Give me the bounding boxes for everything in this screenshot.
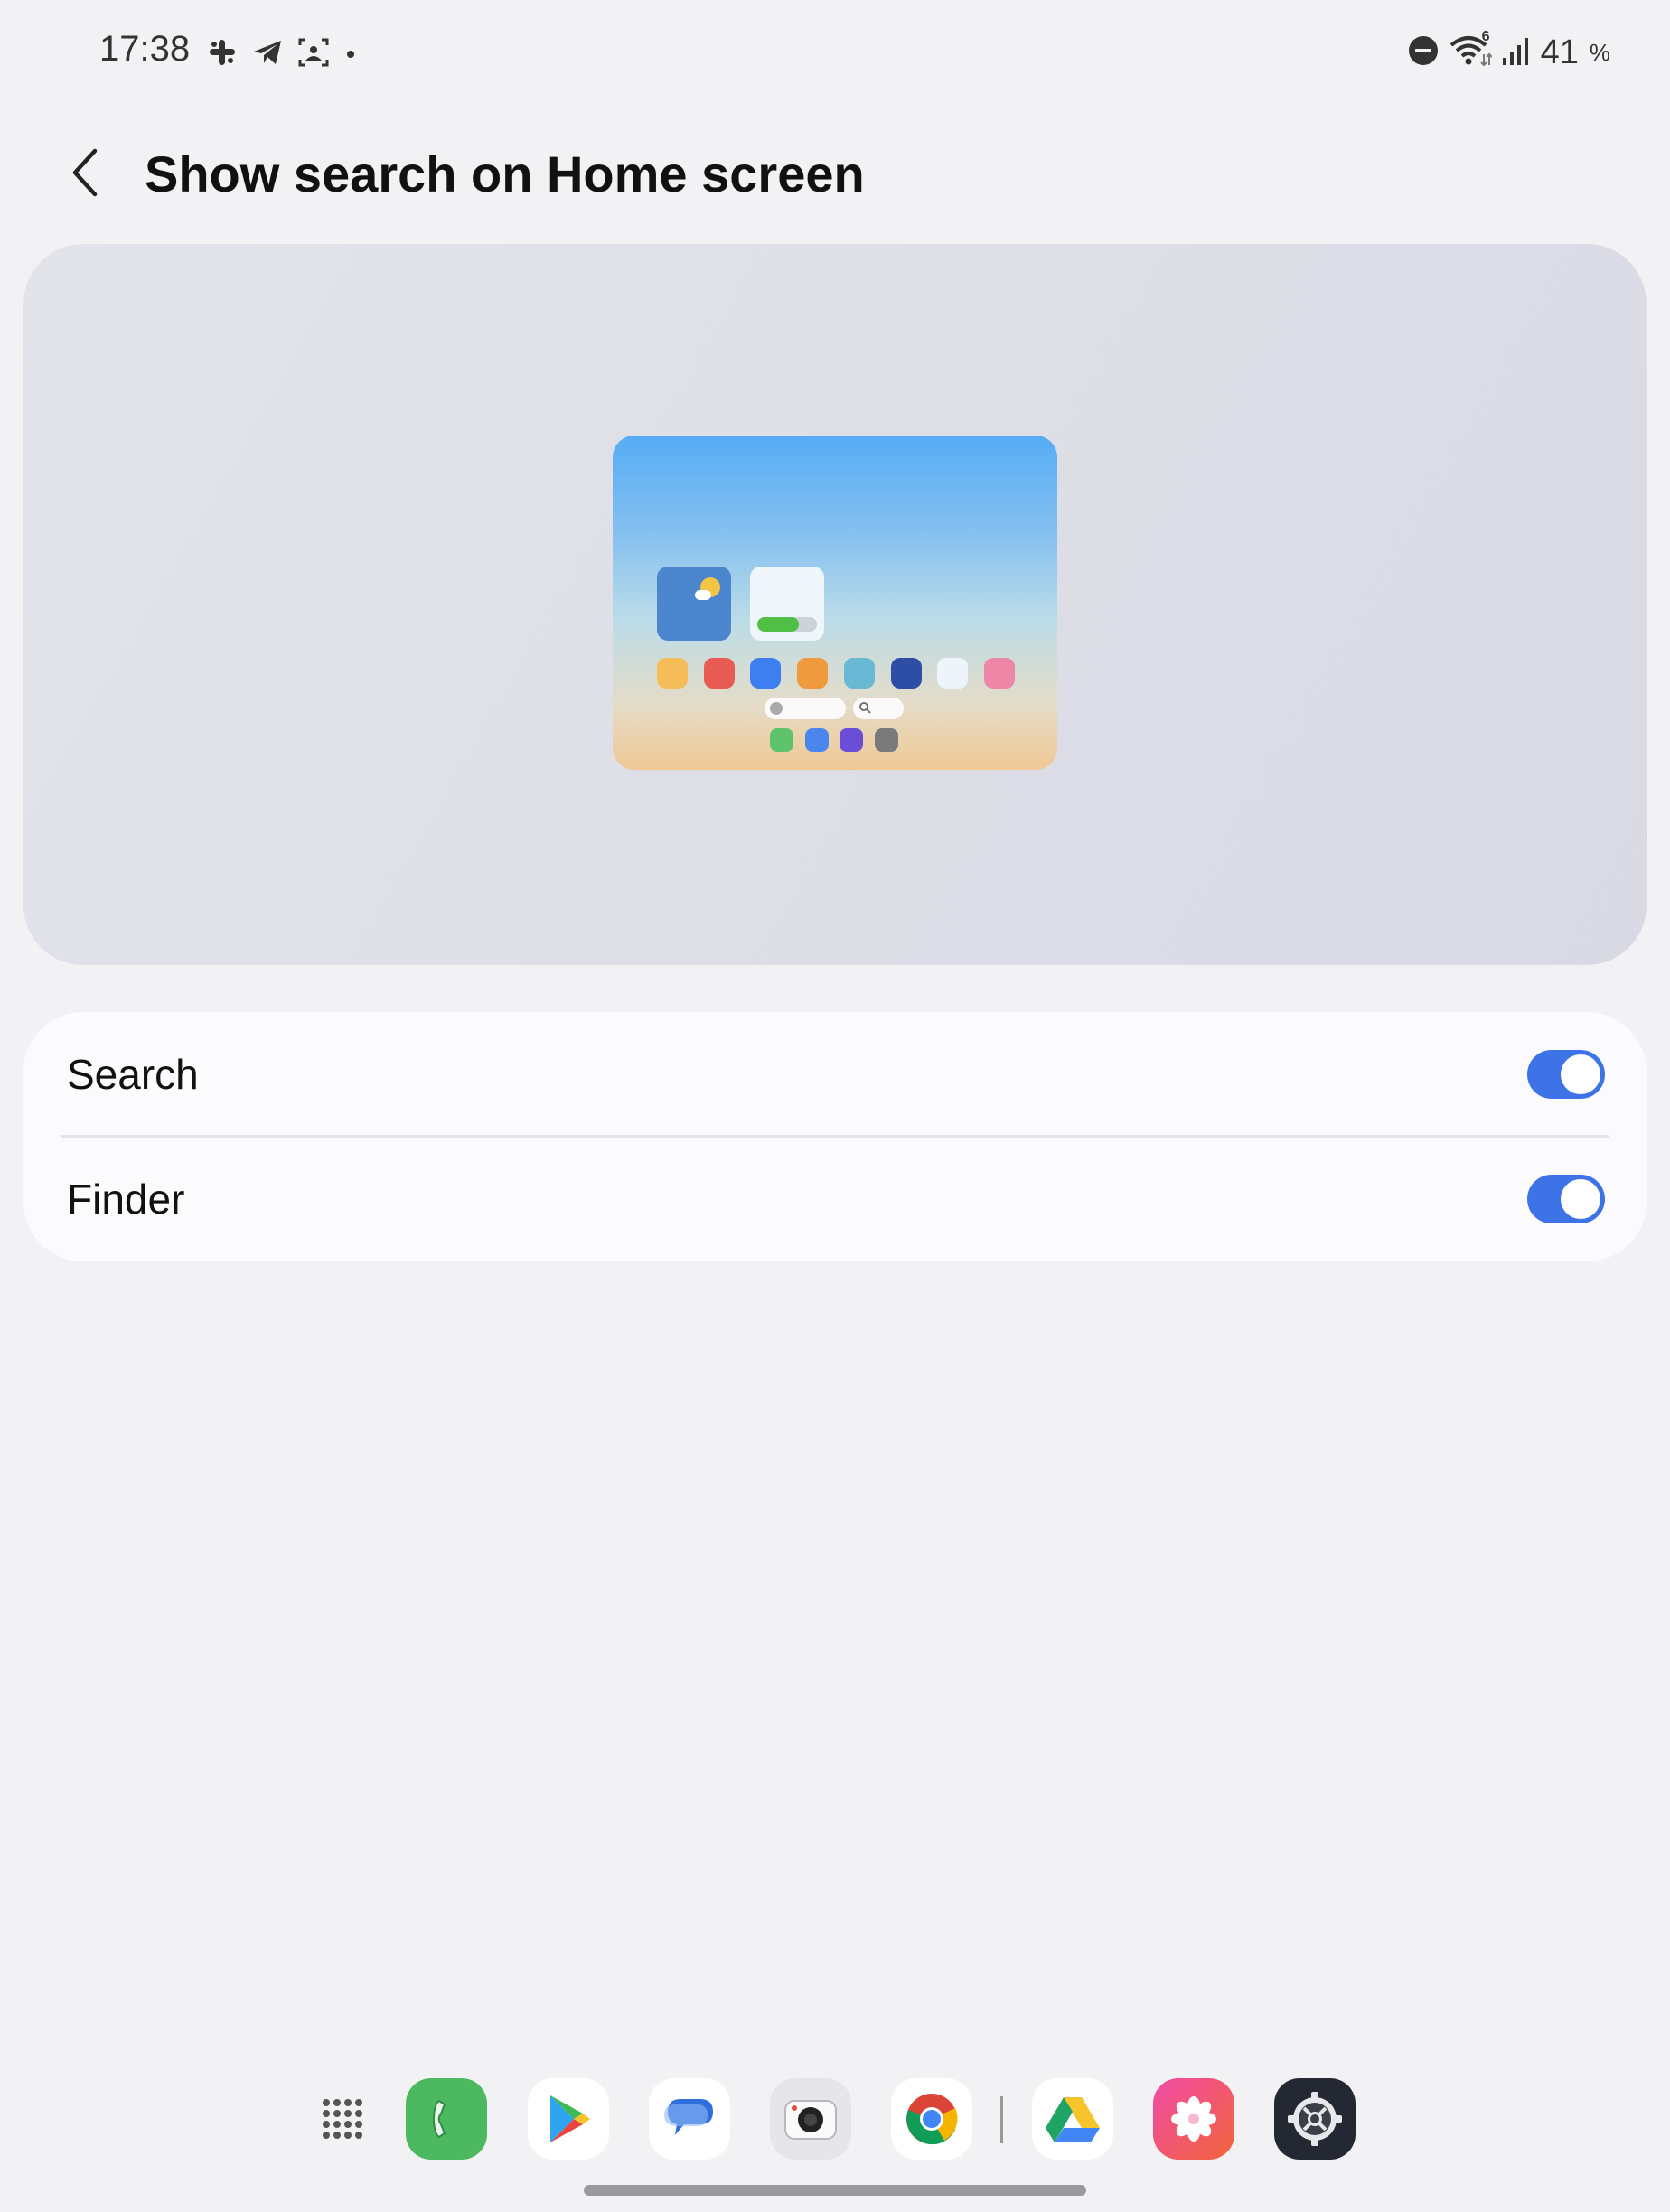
- google-drive-icon: [1046, 2097, 1100, 2142]
- preview-dock-icon: [840, 728, 864, 752]
- messages-icon: [664, 2099, 713, 2135]
- status-bar: 17:38 6 41 %: [0, 0, 1670, 108]
- preview-app-icon: [843, 658, 875, 689]
- settings-icon: [1288, 2092, 1342, 2146]
- preview-search-bars: [765, 698, 909, 719]
- preview-app-row: [657, 658, 1015, 689]
- preview-app-icon: [703, 658, 735, 689]
- cloud-icon: [695, 590, 711, 600]
- messages-app[interactable]: [649, 2078, 730, 2160]
- preview-app-icon: [750, 658, 782, 689]
- preview-app-icon: [890, 658, 922, 689]
- home-screen-preview: [613, 436, 1057, 770]
- setting-row-search[interactable]: Search: [23, 1012, 1647, 1138]
- preview-app-icon: [797, 658, 829, 689]
- slack-icon: [206, 36, 239, 73]
- camera-icon: [784, 2100, 837, 2140]
- battery-unit: %: [1589, 38, 1610, 66]
- battery-widget-track: [757, 617, 817, 632]
- preview-dock-icon: [804, 728, 829, 752]
- status-time: 17:38: [99, 29, 191, 69]
- system-status: 6 41 %: [1407, 29, 1610, 74]
- play-store-app[interactable]: [528, 2078, 609, 2160]
- search-icon: [859, 702, 871, 714]
- gallery-icon: [1171, 2096, 1216, 2142]
- camera-app[interactable]: [770, 2078, 851, 2160]
- dot-icon: [343, 36, 358, 73]
- search-toggle[interactable]: [1527, 1050, 1605, 1099]
- preview-search-bar: [765, 698, 846, 719]
- phone-icon: [433, 2099, 446, 2139]
- google-drive-app[interactable]: [1032, 2078, 1113, 2160]
- page-title: Show search on Home screen: [145, 145, 865, 202]
- preview-dock-icon: [874, 728, 898, 752]
- toggle-knob: [1561, 1054, 1600, 1094]
- preview-dock: [770, 728, 898, 752]
- battery-widget-fill: [757, 617, 800, 632]
- wifi-icon: 6: [1449, 29, 1493, 73]
- preview-app-icon: [657, 658, 688, 689]
- app-drawer-button[interactable]: [302, 2078, 383, 2160]
- dock-divider: [1000, 2096, 1003, 2143]
- setting-label-search: Search: [67, 1051, 199, 1098]
- chevron-left-icon: [68, 147, 104, 202]
- preview-dock-icon: [770, 728, 793, 752]
- battery-level: 41: [1540, 33, 1579, 71]
- phone-app[interactable]: [406, 2078, 487, 2160]
- settings-card: Search Finder: [23, 1012, 1647, 1261]
- preview-finder-bar: [853, 698, 904, 719]
- gesture-navigation-bar[interactable]: [584, 2185, 1086, 2196]
- do-not-disturb-icon: [1407, 34, 1440, 71]
- setting-row-finder[interactable]: Finder: [23, 1137, 1647, 1261]
- back-button[interactable]: [54, 143, 117, 206]
- battery-widget-preview: [750, 567, 824, 641]
- preview-app-icon: [983, 658, 1015, 689]
- app-drawer-icon: [323, 2099, 362, 2139]
- play-store-icon: [550, 2095, 590, 2142]
- signal-icon: [1501, 34, 1532, 71]
- notification-icons: [206, 36, 358, 72]
- chrome-app[interactable]: [891, 2078, 972, 2160]
- wifi-badge: 6: [1481, 28, 1490, 44]
- chrome-icon: [906, 2094, 958, 2145]
- gallery-app[interactable]: [1153, 2078, 1234, 2160]
- settings-app[interactable]: [1274, 2078, 1356, 2160]
- finder-toggle[interactable]: [1527, 1175, 1605, 1223]
- weather-widget-preview: [657, 567, 731, 641]
- toggle-knob: [1561, 1179, 1600, 1219]
- telegram-icon: [251, 36, 284, 73]
- setting-label-finder: Finder: [67, 1176, 185, 1223]
- preview-app-icon: [937, 658, 969, 689]
- screenshot-icon: [296, 36, 331, 73]
- dock: [0, 2069, 1670, 2169]
